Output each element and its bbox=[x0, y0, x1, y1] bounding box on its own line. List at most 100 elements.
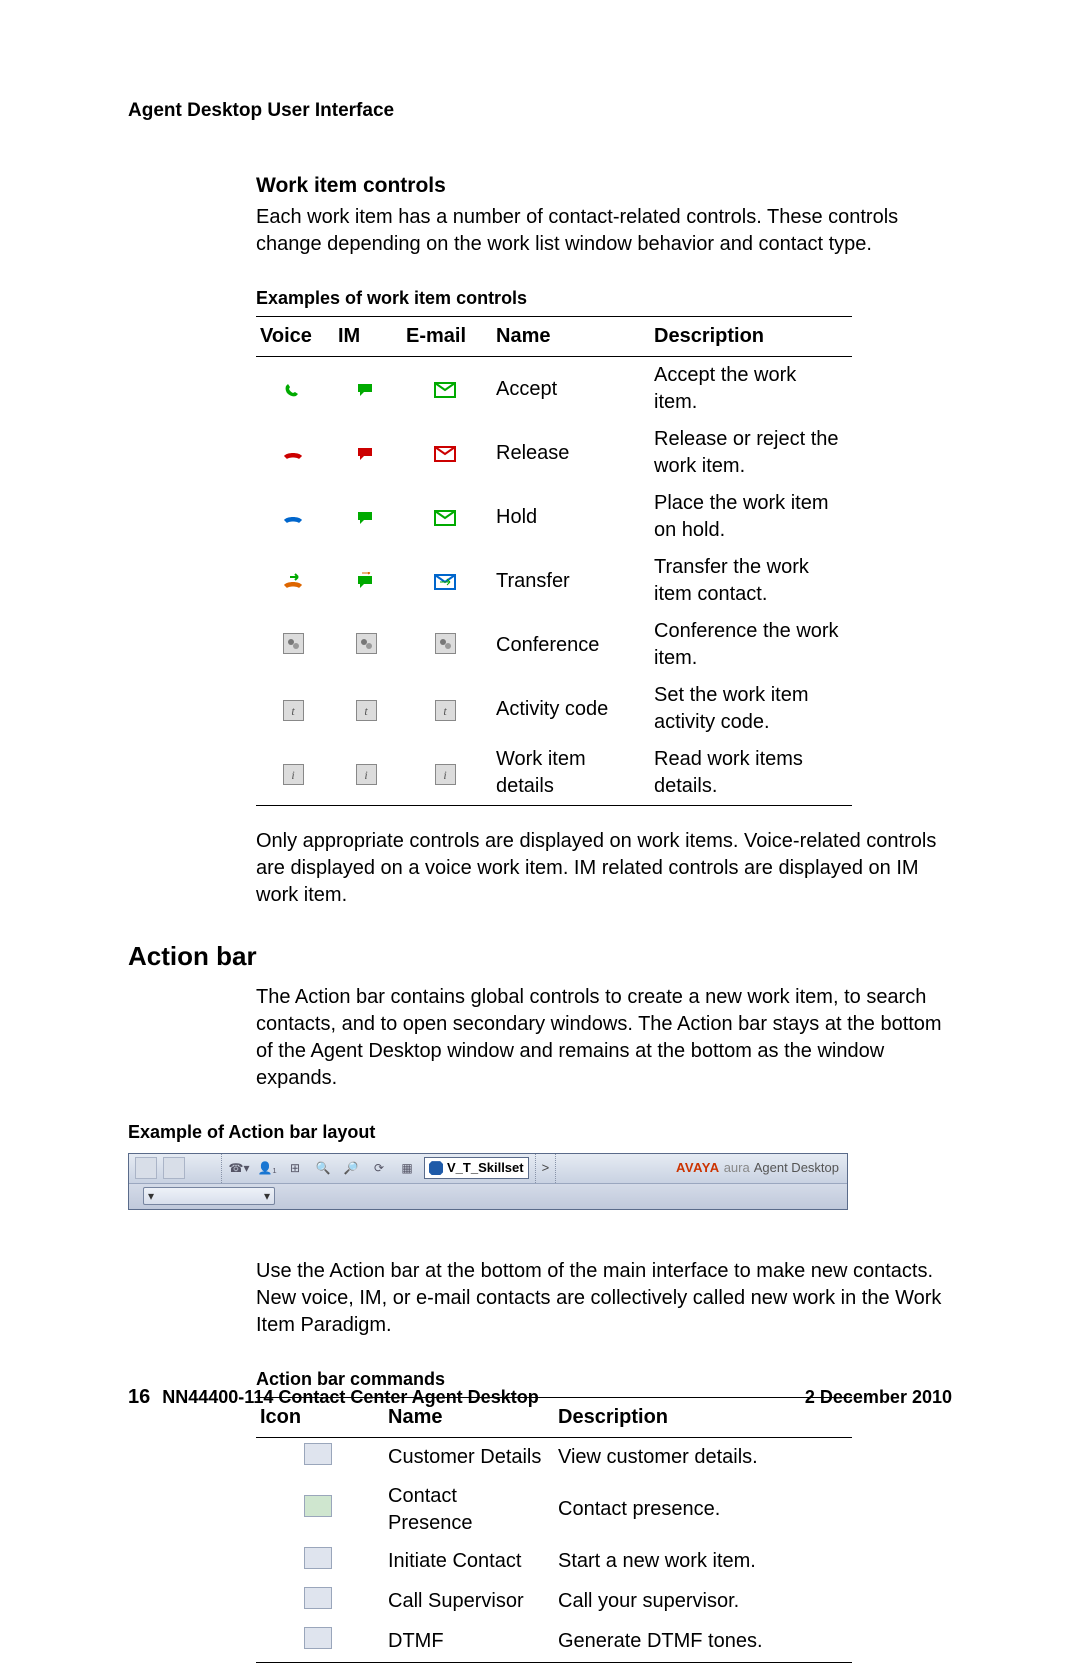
call-supervisor-icon bbox=[304, 1587, 332, 1609]
contact-presence-icon bbox=[304, 1495, 332, 1517]
table-row: Accept Accept the work item. bbox=[256, 357, 852, 422]
action-bar-intro: The Action bar contains global controls … bbox=[256, 984, 952, 1092]
cell-name: Call Supervisor bbox=[384, 1582, 554, 1622]
brand-avaya: AVAYA bbox=[676, 1159, 720, 1177]
grid-icon: ▦ bbox=[396, 1158, 418, 1178]
conference-im-icon bbox=[356, 633, 377, 654]
refresh-icon: ⟳ bbox=[368, 1158, 390, 1178]
chat-hold-icon bbox=[356, 508, 376, 528]
cell-desc: Transfer the work item contact. bbox=[650, 549, 852, 613]
cell-name: Contact Presence bbox=[384, 1478, 554, 1542]
action-bar-usage: Use the Action bar at the bottom of the … bbox=[256, 1258, 952, 1339]
table-row: Initiate Contact Start a new work item. bbox=[256, 1542, 852, 1582]
col-header: E-mail bbox=[402, 317, 492, 357]
table-row: Hold Place the work item on hold. bbox=[256, 485, 852, 549]
find-icon: 🔎 bbox=[340, 1158, 362, 1178]
section-title-action-bar: Action bar bbox=[128, 939, 952, 974]
page-footer: 16 NN44400-114 Contact Center Agent Desk… bbox=[128, 1384, 952, 1411]
customer-details-icon bbox=[304, 1443, 332, 1465]
table-row: Call Supervisor Call your supervisor. bbox=[256, 1582, 852, 1622]
caption-action-bar-layout: Example of Action bar layout bbox=[128, 1120, 952, 1144]
col-header: Name bbox=[492, 317, 650, 357]
phone-hold-icon bbox=[282, 510, 304, 526]
cell-desc: Start a new work item. bbox=[554, 1542, 852, 1582]
cell-name: Activity code bbox=[492, 677, 650, 741]
cell-desc: Call your supervisor. bbox=[554, 1582, 852, 1622]
brand-area: AVAYA aura Agent Desktop bbox=[668, 1159, 847, 1177]
phone-accept-icon bbox=[283, 380, 303, 400]
table-row: Conference Conference the work item. bbox=[256, 613, 852, 677]
conference-voice-icon bbox=[283, 633, 304, 654]
cell-desc: Read work items details. bbox=[650, 741, 852, 806]
initiate-contact-icon bbox=[304, 1547, 332, 1569]
skillset-label: V_T_Skillset bbox=[447, 1159, 524, 1177]
cell-name: Release bbox=[492, 421, 650, 485]
table-row: t t t Activity code Set the work item ac… bbox=[256, 677, 852, 741]
action-bar-dropdown bbox=[143, 1187, 275, 1205]
arrow-icon: > bbox=[536, 1154, 557, 1183]
activity-im-icon: t bbox=[356, 700, 377, 721]
table-row: i i i Work item details Read work items … bbox=[256, 741, 852, 806]
table-action-bar-commands: Icon Name Description Customer Details V… bbox=[256, 1397, 852, 1663]
phone-transfer-icon bbox=[282, 573, 304, 591]
page-number: 16 bbox=[128, 1384, 150, 1411]
details-voice-icon: i bbox=[283, 764, 304, 785]
phone-icon bbox=[429, 1161, 443, 1175]
details-im-icon: i bbox=[356, 764, 377, 785]
activity-voice-icon: t bbox=[283, 700, 304, 721]
cell-desc: Set the work item activity code. bbox=[650, 677, 852, 741]
table-row: Contact Presence Contact presence. bbox=[256, 1478, 852, 1542]
skillset-field: V_T_Skillset bbox=[424, 1157, 529, 1179]
work-item-controls-intro: Each work item has a number of contact-r… bbox=[256, 204, 952, 258]
table-row: DTMF Generate DTMF tones. bbox=[256, 1622, 852, 1663]
cell-name: Initiate Contact bbox=[384, 1542, 554, 1582]
brand-aura: aura bbox=[724, 1159, 750, 1177]
table-row: Customer Details View customer details. bbox=[256, 1437, 852, 1478]
mail-transfer-icon bbox=[434, 574, 456, 590]
cell-desc: Contact presence. bbox=[554, 1478, 852, 1542]
search-icon: 🔍 bbox=[312, 1158, 334, 1178]
cell-name: Hold bbox=[492, 485, 650, 549]
brand-agent: Agent Desktop bbox=[754, 1159, 839, 1177]
chat-accept-icon bbox=[356, 380, 376, 400]
chat-release-icon bbox=[356, 444, 376, 464]
phone-release-icon bbox=[282, 446, 304, 462]
cell-desc: Accept the work item. bbox=[650, 357, 852, 422]
cell-desc: Conference the work item. bbox=[650, 613, 852, 677]
activity-email-icon: t bbox=[435, 700, 456, 721]
details-email-icon: i bbox=[435, 764, 456, 785]
col-header: Description bbox=[650, 317, 852, 357]
table-work-item-controls: Voice IM E-mail Name Description Accept … bbox=[256, 316, 852, 806]
initiate-contact-icon: ☎▾ bbox=[228, 1158, 250, 1178]
contact-presence-icon bbox=[163, 1157, 185, 1179]
call-supervisor-icon: 👤₁ bbox=[256, 1158, 278, 1178]
cell-desc: Place the work item on hold. bbox=[650, 485, 852, 549]
cell-desc: Generate DTMF tones. bbox=[554, 1622, 852, 1663]
chat-transfer-icon bbox=[356, 572, 376, 592]
table-row: Transfer Transfer the work item contact. bbox=[256, 549, 852, 613]
customer-details-icon bbox=[135, 1157, 157, 1179]
doc-title: NN44400-114 Contact Center Agent Desktop bbox=[162, 1385, 538, 1409]
cell-name: Accept bbox=[492, 357, 650, 422]
doc-date: 2 December 2010 bbox=[805, 1385, 952, 1409]
cell-name: DTMF bbox=[384, 1622, 554, 1663]
table-row: Release Release or reject the work item. bbox=[256, 421, 852, 485]
dtmf-icon: ⊞ bbox=[284, 1158, 306, 1178]
cell-name: Customer Details bbox=[384, 1437, 554, 1478]
action-bar-example: ☎▾ 👤₁ ⊞ 🔍 🔎 ⟳ ▦ V_T_Skillset > AVAYA aur… bbox=[128, 1153, 848, 1210]
dtmf-icon bbox=[304, 1627, 332, 1649]
cell-name: Work item details bbox=[492, 741, 650, 806]
cell-name: Transfer bbox=[492, 549, 650, 613]
section-title-work-item-controls: Work item controls bbox=[256, 172, 952, 200]
col-header: IM bbox=[334, 317, 402, 357]
cell-name: Conference bbox=[492, 613, 650, 677]
mail-accept-icon bbox=[434, 382, 456, 398]
mail-release-icon bbox=[434, 446, 456, 462]
page-header: Agent Desktop User Interface bbox=[128, 98, 952, 124]
table-caption-work-item-controls: Examples of work item controls bbox=[256, 286, 952, 310]
conference-email-icon bbox=[435, 633, 456, 654]
cell-desc: Release or reject the work item. bbox=[650, 421, 852, 485]
col-header: Voice bbox=[256, 317, 334, 357]
work-item-controls-note: Only appropriate controls are displayed … bbox=[256, 828, 952, 909]
cell-desc: View customer details. bbox=[554, 1437, 852, 1478]
